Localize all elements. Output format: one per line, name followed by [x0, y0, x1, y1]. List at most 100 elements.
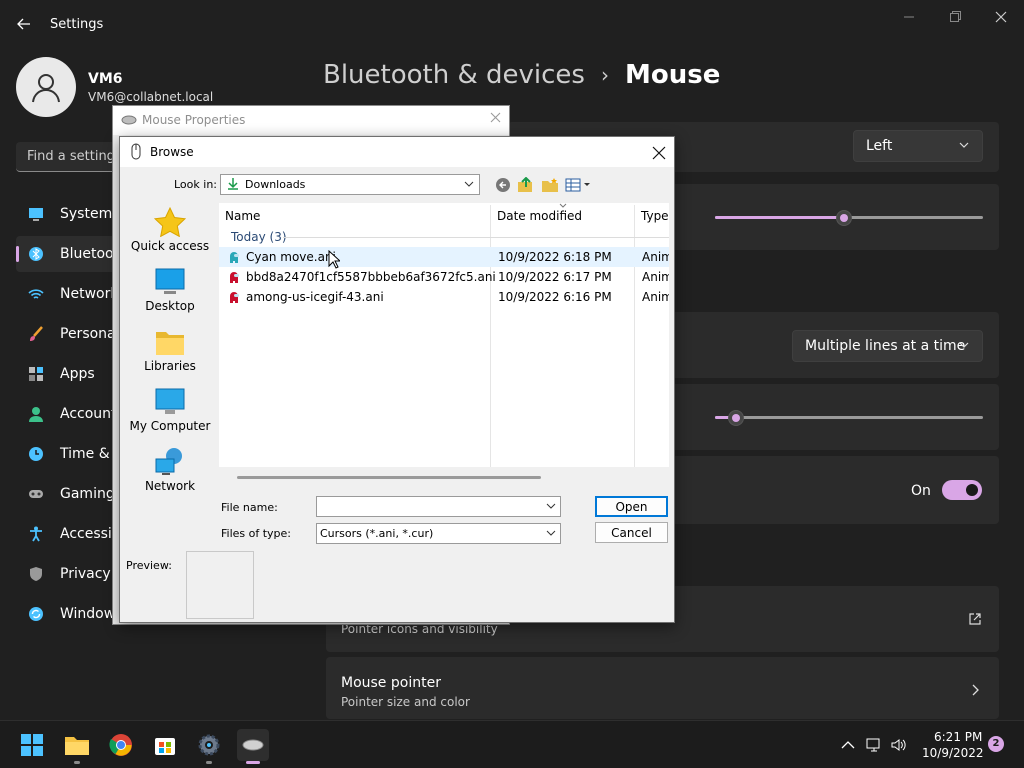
chevron-down-icon	[546, 503, 556, 509]
slider-thumb[interactable]	[728, 410, 744, 426]
horizontal-scrollbar[interactable]	[237, 476, 541, 479]
sidebar-item[interactable]: Personalization	[16, 316, 126, 352]
running-indicator	[206, 761, 212, 764]
mouse-cursor-icon	[328, 250, 340, 269]
person-icon	[28, 406, 44, 422]
file-type-dropdown[interactable]: Cursors (*.ani, *.cur)	[316, 523, 561, 544]
file-name: Cyan move.ani	[246, 250, 336, 264]
network-monitor-icon[interactable]	[866, 737, 882, 753]
minimize-button[interactable]	[886, 6, 932, 28]
file-date: 10/9/2022 6:18 PM	[498, 250, 612, 264]
file-explorer-button[interactable]	[61, 729, 93, 764]
sidebar-item-label: System	[60, 206, 113, 222]
column-divider[interactable]	[634, 205, 635, 467]
place-desktop[interactable]: Desktop	[126, 263, 214, 319]
sidebar-item[interactable]: Gaming	[16, 476, 126, 512]
close-icon	[652, 146, 666, 160]
file-list[interactable]: Name Date modified Type Today (3) Cyan m…	[219, 203, 669, 467]
external-link-icon	[969, 613, 981, 625]
breadcrumb: Bluetooth & devices › Mouse	[323, 60, 720, 90]
column-header-type[interactable]: Type	[641, 203, 669, 235]
clock-globe-icon	[28, 446, 44, 462]
cursor-speed-slider[interactable]	[715, 208, 983, 228]
up-folder-icon[interactable]	[517, 177, 535, 193]
sidebar-item[interactable]: Accessibility	[16, 516, 126, 552]
scroll-lines-slider[interactable]	[715, 408, 983, 428]
file-type: Anim	[642, 290, 669, 304]
chrome-button[interactable]	[105, 729, 137, 761]
open-button[interactable]: Open	[595, 496, 668, 517]
close-button[interactable]	[490, 111, 501, 127]
mouse-icon	[121, 115, 137, 125]
sidebar-item[interactable]: Network & internet	[16, 276, 126, 312]
active-indicator	[16, 246, 19, 262]
mouse-icon	[131, 143, 141, 160]
file-row[interactable]: among-us-icegif-43.ani 10/9/2022 6:16 PM A…	[219, 287, 669, 307]
scroll-mode-dropdown[interactable]: Multiple lines at a time	[792, 330, 983, 362]
back-arrow-icon[interactable]	[495, 177, 513, 193]
card-subtitle: Pointer size and color	[341, 695, 470, 709]
breadcrumb-parent[interactable]: Bluetooth & devices	[323, 60, 585, 90]
chevron-down-icon	[959, 342, 969, 348]
chevron-down-icon	[959, 142, 969, 148]
place-label: Desktop	[145, 299, 195, 313]
back-button[interactable]	[14, 14, 34, 34]
sidebar-item[interactable]: Bluetooth & devices	[16, 236, 126, 272]
view-menu-icon[interactable]	[565, 177, 591, 193]
update-icon	[28, 606, 44, 622]
slider-thumb[interactable]	[836, 210, 852, 226]
preview-label: Preview:	[126, 559, 172, 572]
settings-button[interactable]	[193, 729, 225, 764]
mouse-icon	[242, 739, 264, 751]
sidebar-item[interactable]: Apps	[16, 356, 126, 392]
chevron-up-icon[interactable]	[840, 737, 856, 753]
shield-icon	[28, 566, 44, 582]
close-button[interactable]	[978, 6, 1024, 28]
apps-icon	[28, 366, 44, 382]
sidebar-item[interactable]: Time & language	[16, 436, 126, 472]
star-icon	[153, 206, 187, 238]
column-header-date[interactable]: Date modified	[497, 203, 582, 235]
group-header[interactable]: Today (3)	[231, 230, 287, 244]
start-icon	[21, 734, 43, 756]
close-icon	[995, 11, 1007, 23]
wifi-icon	[28, 286, 44, 302]
maximize-button[interactable]	[932, 6, 978, 28]
app-title: Settings	[50, 17, 104, 32]
column-divider[interactable]	[490, 205, 491, 467]
new-folder-icon[interactable]	[541, 177, 559, 193]
place-quick-access[interactable]: Quick access	[126, 203, 214, 259]
sidebar-item-label: Apps	[60, 366, 95, 382]
primary-button-dropdown[interactable]: Left	[853, 130, 983, 162]
file-row[interactable]: bbd8a2470f1cf5587bbbeb6af3672fc5.ani 10/9…	[219, 267, 669, 287]
start-button[interactable]	[16, 729, 48, 761]
sidebar-item[interactable]: System	[16, 196, 126, 232]
mouse-pointer-card[interactable]: Mouse pointer Pointer size and color	[326, 657, 999, 719]
sidebar-item[interactable]: Privacy & security	[16, 556, 126, 592]
place-network[interactable]: Network	[126, 443, 214, 499]
place-libraries[interactable]: Libraries	[126, 323, 214, 379]
scroll-inactive-toggle[interactable]	[942, 480, 982, 500]
file-name-input[interactable]	[316, 496, 561, 517]
clock-date[interactable]: 10/9/2022	[922, 746, 984, 760]
notification-badge[interactable]: 2	[988, 736, 1004, 752]
avatar[interactable]	[16, 57, 76, 117]
close-button[interactable]	[652, 141, 666, 165]
place-my-computer[interactable]: My Computer	[126, 383, 214, 439]
look-in-dropdown[interactable]: Downloads	[220, 174, 480, 195]
scroll-mode-value: Multiple lines at a time	[805, 338, 966, 354]
computer-icon	[154, 387, 186, 417]
file-row[interactable]: Cyan move.ani 10/9/2022 6:18 PM Anim	[219, 247, 669, 267]
minimize-icon	[904, 16, 914, 18]
mouse-properties-button[interactable]	[237, 729, 269, 764]
sidebar-item[interactable]: Accounts	[16, 396, 126, 432]
clock-time[interactable]: 6:21 PM	[934, 730, 982, 744]
cancel-button[interactable]: Cancel	[595, 522, 668, 543]
store-button[interactable]	[149, 729, 181, 761]
user-email: VM6@collabnet.local	[88, 90, 214, 104]
search-input[interactable]: Find a setting	[16, 142, 126, 172]
volume-icon[interactable]	[890, 737, 906, 753]
sidebar-item[interactable]: Windows Update	[16, 596, 126, 632]
settings-gear-icon	[198, 734, 220, 756]
folder-icon	[154, 327, 186, 357]
